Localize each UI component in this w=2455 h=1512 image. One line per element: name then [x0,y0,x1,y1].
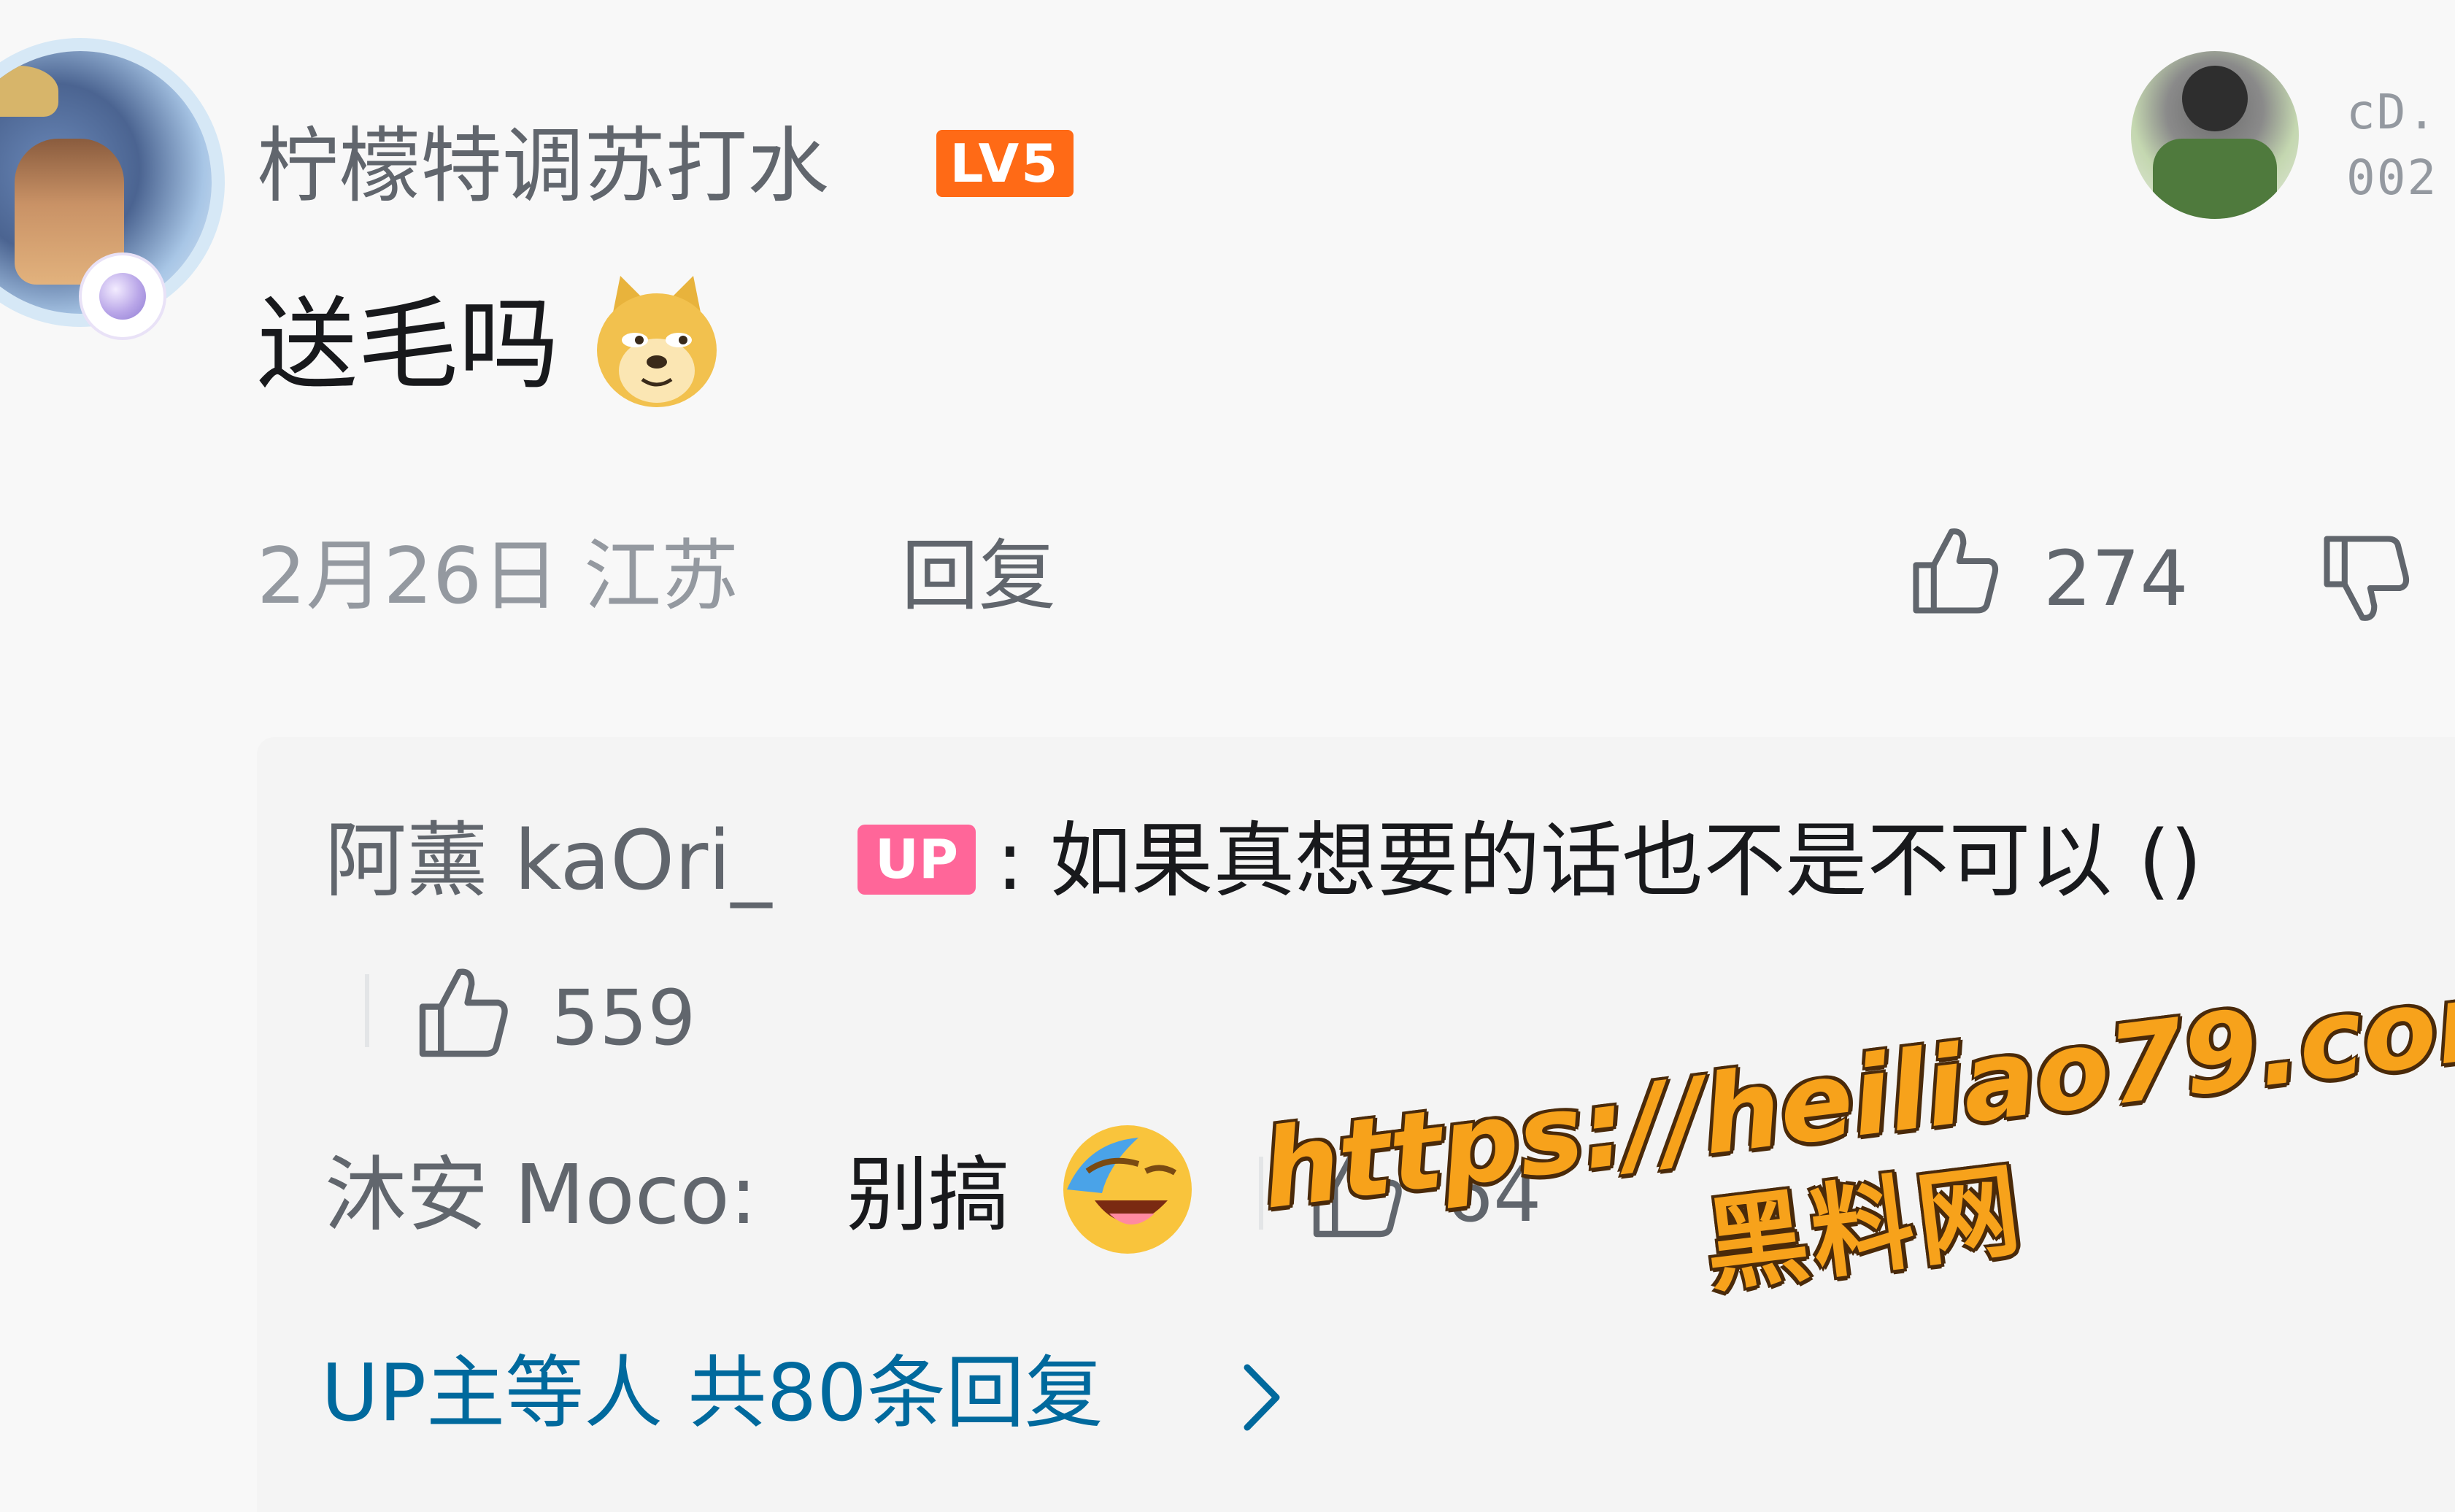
comment-username[interactable]: 柠檬特调苏打水 [257,115,829,217]
chevron-right-icon[interactable] [1237,1357,1288,1438]
comment-screenshot: cD. 002 柠檬特调苏打水 LV5 送毛吗 2月26日 江苏 回复 274 … [0,0,2455,1512]
gem-icon [99,273,146,320]
up-badge: UP [857,825,976,895]
thumbs-up-icon[interactable] [412,962,514,1064]
reply-text: : 如果真想要的话也不是不可以 () [996,814,2202,909]
watermark-name: 黑料网 [1698,1150,2031,1308]
like-count: 274 [2043,534,2189,623]
laughing-cry-emoji-icon [1063,1125,1192,1254]
comment-date-location: 2月26日 江苏 [257,531,739,621]
avatar-frame-ornament [0,66,58,117]
level-badge: LV5 [936,130,1074,197]
avatar-badge-icon [82,255,163,337]
avatar-head [2182,66,2248,131]
more-replies-link[interactable]: UP主等人 共80条回复 [321,1343,1103,1445]
thumbs-down-icon[interactable] [2317,529,2416,628]
right-edge-text-2: 002 [2346,150,2438,206]
reply-like-count: 559 [551,973,696,1062]
reply-button[interactable]: 回复 [901,529,1056,624]
right-edge-text-1: cD. [2346,84,2438,140]
doge-emoji-icon [597,276,717,407]
next-user-avatar[interactable] [2131,51,2299,219]
avatar-body [2153,139,2277,219]
comment-text: 送毛吗 [257,286,560,404]
reply-text: 别搞 [847,1148,1010,1243]
reply-username[interactable]: 阿薰 kaOri_ [325,810,771,912]
reply-username[interactable]: 沐安 Moco: [325,1144,758,1246]
thumbs-up-icon[interactable] [1906,522,2005,620]
divider [365,974,369,1047]
